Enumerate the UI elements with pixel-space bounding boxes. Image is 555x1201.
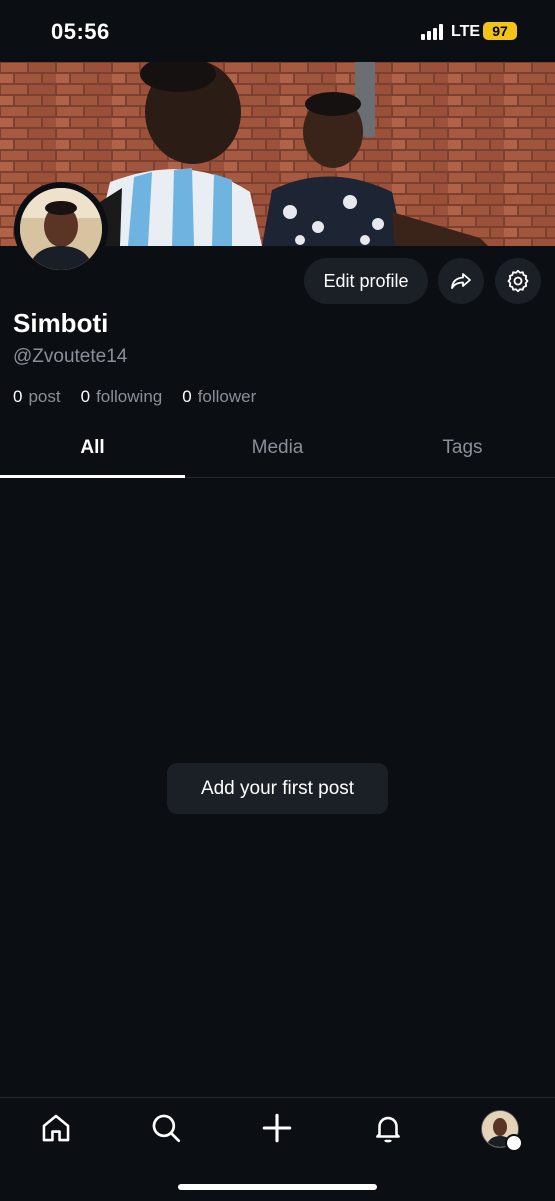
nav-home[interactable] bbox=[36, 1108, 76, 1148]
search-icon bbox=[152, 1114, 181, 1143]
status-time: 05:56 bbox=[51, 19, 110, 44]
signal-icon bbox=[421, 24, 447, 40]
status-bar: 05:56 LTE 97 bbox=[0, 0, 555, 62]
stat-following[interactable]: 0 following bbox=[81, 387, 163, 407]
settings-button[interactable] bbox=[495, 258, 541, 304]
stat-label: post bbox=[28, 387, 61, 406]
bell-icon bbox=[376, 1116, 400, 1143]
stat-label: following bbox=[96, 387, 163, 406]
home-indicator bbox=[178, 1184, 377, 1190]
share-arrow-icon bbox=[451, 273, 471, 289]
profile-tabs: All Media Tags bbox=[0, 425, 555, 478]
menu-badge-icon bbox=[505, 1134, 523, 1152]
gear-icon bbox=[507, 269, 529, 293]
nav-create-post[interactable] bbox=[257, 1108, 297, 1148]
stat-posts[interactable]: 0 post bbox=[13, 387, 61, 407]
profile-stats: 0 post 0 following 0 follower bbox=[13, 387, 276, 407]
plus-icon bbox=[262, 1113, 292, 1143]
stat-label: follower bbox=[197, 387, 257, 406]
home-icon bbox=[42, 1114, 70, 1142]
edit-profile-button[interactable]: Edit profile bbox=[304, 258, 428, 304]
network-label: LTE bbox=[451, 23, 481, 40]
stat-value: 0 bbox=[182, 387, 192, 406]
nav-notifications[interactable] bbox=[368, 1108, 408, 1148]
add-first-post-button[interactable]: Add your first post bbox=[167, 763, 388, 814]
tab-tags[interactable]: Tags bbox=[370, 425, 555, 477]
tab-media[interactable]: Media bbox=[185, 425, 370, 477]
stat-followers[interactable]: 0 follower bbox=[182, 387, 256, 407]
display-name: Simboti bbox=[13, 308, 109, 338]
share-button[interactable] bbox=[438, 258, 484, 304]
stat-value: 0 bbox=[80, 387, 91, 406]
battery-icon: 97 bbox=[483, 22, 517, 40]
nav-search[interactable] bbox=[146, 1108, 186, 1148]
username-handle: @Zvoutete14 bbox=[13, 346, 128, 367]
profile-avatar[interactable] bbox=[14, 182, 108, 276]
stat-value: 0 bbox=[13, 387, 23, 406]
tab-all[interactable]: All bbox=[0, 425, 185, 478]
